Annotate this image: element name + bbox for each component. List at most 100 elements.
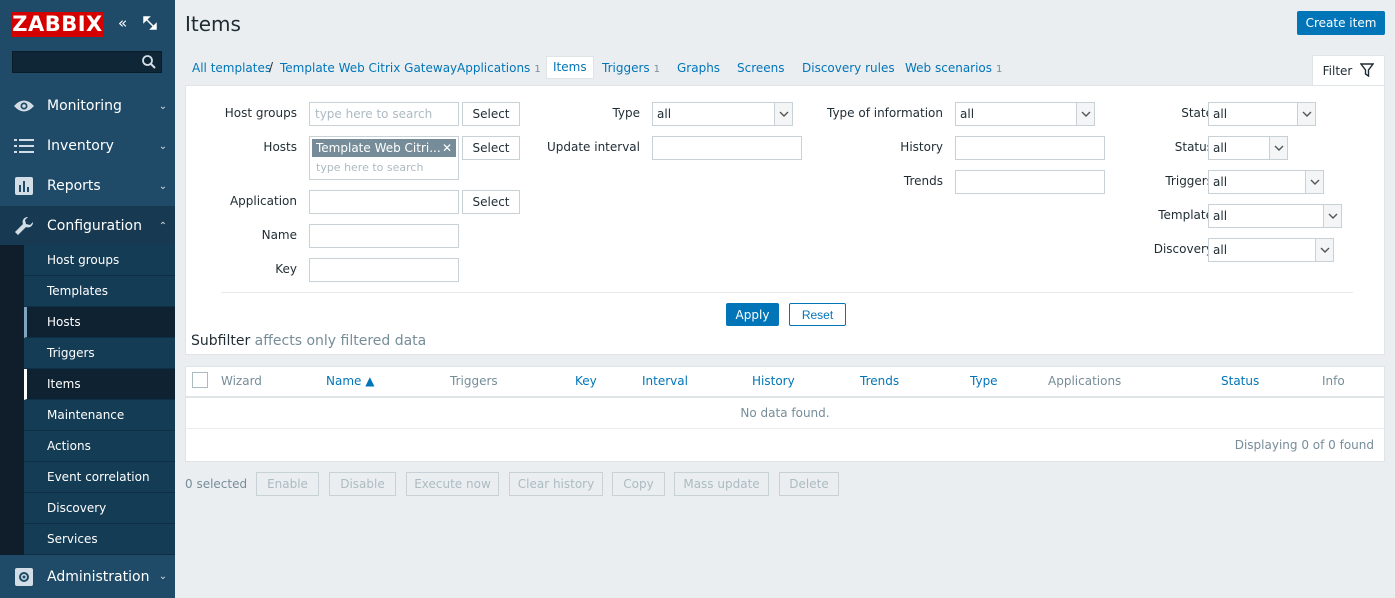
dropdown-arrow-icon [1323,205,1341,227]
bar-chart-icon [0,177,47,195]
state-select[interactable]: all [1208,102,1316,126]
breadcrumb-template[interactable]: Template Web Citrix Gateway [280,61,457,75]
triggers-filter-label: Triggers [1165,174,1213,188]
breadcrumb-all-templates[interactable]: All templates [192,61,271,75]
tab-triggers[interactable]: Triggers 1 [602,61,660,75]
filter-panel: Host groups type here to search Select H… [185,85,1385,355]
column-type[interactable]: Type [970,374,998,388]
filter-tab[interactable]: Filter [1312,55,1385,86]
submenu-maintenance[interactable]: Maintenance [24,400,175,431]
subfilter-note: affects only filtered data [254,333,427,349]
zabbix-logo[interactable]: ZABBIX [12,12,103,37]
submenu-templates[interactable]: Templates [24,276,175,307]
host-groups-label: Host groups [224,106,297,120]
tab-items[interactable]: Items [546,56,594,79]
tab-graphs[interactable]: Graphs [677,61,720,75]
column-status[interactable]: Status [1221,374,1259,388]
template-label: Template [1158,208,1213,222]
discovery-select[interactable]: all [1208,238,1334,262]
tab-applications-count: 1 [534,64,541,75]
copy-button[interactable]: Copy [612,472,665,496]
column-history[interactable]: History [752,374,795,388]
update-interval-label: Update interval [546,140,640,154]
apply-button[interactable]: Apply [726,303,779,326]
hosts-search-input[interactable]: type here to search [316,161,423,174]
submenu-actions[interactable]: Actions [24,431,175,462]
column-trends[interactable]: Trends [860,374,899,388]
chevron-down-icon: ⌄ [158,571,168,582]
wrench-icon [0,216,47,236]
disable-button[interactable]: Disable [329,472,396,496]
history-input[interactable] [955,136,1105,160]
state-select-value: all [1213,107,1228,121]
tab-triggers-label: Triggers [602,61,650,75]
submenu-triggers[interactable]: Triggers [24,338,175,369]
tab-screens[interactable]: Screens [737,61,785,75]
table-header-divider [186,396,1384,398]
menu-configuration-label: Configuration [47,218,142,234]
host-groups-input[interactable]: type here to search [309,102,459,126]
tab-applications-label: Applications [457,61,531,75]
sidebar-search-input[interactable] [12,51,162,73]
clear-history-button[interactable]: Clear history [509,472,603,496]
submenu-services[interactable]: Services [24,524,175,555]
trends-input[interactable] [955,170,1105,194]
template-select[interactable]: all [1208,204,1342,228]
select-all-checkbox[interactable] [192,372,208,388]
breadcrumb-separator: / [269,60,274,74]
mass-update-button[interactable]: Mass update [674,472,769,496]
name-input[interactable] [309,224,459,248]
application-select-button[interactable]: Select [462,190,520,214]
column-info: Info [1322,374,1345,388]
kiosk-mode-icon[interactable] [143,16,157,34]
collapse-sidebar-icon[interactable]: « [118,14,127,32]
submenu-items[interactable]: Items [24,369,175,400]
filter-icon [1359,62,1375,80]
type-select[interactable]: all [652,102,793,126]
tab-applications[interactable]: Applications 1 [457,61,541,75]
triggers-select[interactable]: all [1208,170,1324,194]
enable-button[interactable]: Enable [256,472,319,496]
table-row-divider [186,428,1384,429]
column-wizard: Wizard [221,374,262,388]
submenu-host-groups[interactable]: Host groups [24,245,175,276]
menu-inventory-label: Inventory [47,138,114,154]
update-interval-input[interactable] [652,136,802,160]
host-groups-select-button[interactable]: Select [462,102,520,126]
remove-chip-icon[interactable]: ✕ [442,139,452,157]
menu-reports[interactable]: Reports ⌄ [0,166,175,206]
column-key[interactable]: Key [575,374,597,388]
menu-inventory[interactable]: Inventory ⌄ [0,126,175,166]
items-table: Wizard Name ▲ Triggers Key Interval Hist… [185,366,1385,462]
menu-administration[interactable]: Administration ⌄ [0,555,175,598]
type-of-information-select[interactable]: all [955,102,1095,126]
menu-monitoring[interactable]: Monitoring ⌄ [0,86,175,126]
hosts-multiselect[interactable]: Template Web Citri... ✕ type here to sea… [309,136,459,180]
submenu-discovery[interactable]: Discovery [24,493,175,524]
key-label: Key [275,262,297,276]
execute-now-button[interactable]: Execute now [406,472,499,496]
hosts-label: Hosts [263,140,297,154]
key-input[interactable] [309,258,459,282]
column-interval[interactable]: Interval [642,374,688,388]
create-item-button[interactable]: Create item [1297,11,1385,35]
tab-web-scenarios[interactable]: Web scenarios 1 [905,61,1002,75]
page-title: Items [185,12,241,36]
type-label: Type [612,106,640,120]
name-label: Name [261,228,297,242]
dropdown-arrow-icon [1269,137,1287,159]
delete-button[interactable]: Delete [779,472,839,496]
trends-label: Trends [903,174,943,188]
column-name[interactable]: Name ▲ [326,374,374,388]
no-data-message: No data found. [740,406,830,420]
hosts-select-button[interactable]: Select [462,136,520,160]
reset-button[interactable]: Reset [789,303,846,326]
tab-discovery-rules[interactable]: Discovery rules [802,61,895,75]
menu-configuration[interactable]: Configuration ⌃ [0,206,175,246]
search-icon[interactable] [141,54,157,70]
submenu-hosts[interactable]: Hosts [24,307,175,338]
host-chip: Template Web Citri... ✕ [312,139,456,157]
submenu-event-correlation[interactable]: Event correlation [24,462,175,493]
application-input[interactable] [309,190,459,214]
status-select[interactable]: all [1208,136,1288,160]
